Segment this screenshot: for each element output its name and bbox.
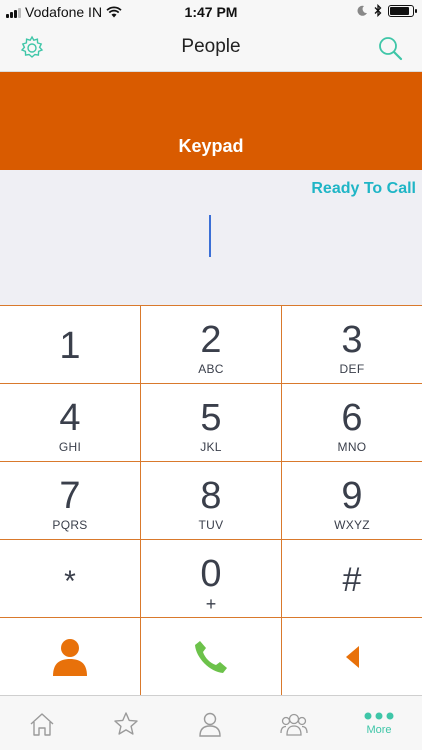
key-9[interactable]: 9 WXYZ: [282, 462, 422, 540]
star-icon: [114, 711, 138, 735]
key-digit: 1: [59, 325, 81, 367]
key-digit: #: [342, 561, 362, 599]
key-3[interactable]: 3 DEF: [282, 306, 422, 384]
battery-level: [390, 6, 409, 15]
group-icon: [280, 713, 308, 736]
dial-keypad: 1 2 ABC 3 DEF 4 GHI 5 JKL 6 MNO 7 PQRS 8…: [0, 305, 422, 696]
call-button[interactable]: [141, 618, 282, 696]
bluetooth-icon: [374, 4, 382, 17]
key-letters: JKL: [200, 440, 222, 454]
nav-bar: People: [0, 24, 422, 72]
search-icon: [379, 37, 403, 61]
key-letters: TUV: [198, 518, 224, 532]
key-letters: PQRS: [52, 518, 88, 532]
backspace-icon: [346, 646, 359, 668]
tab-groups[interactable]: [252, 696, 336, 750]
moon-icon: [357, 5, 367, 16]
backspace-button[interactable]: [282, 618, 422, 696]
key-letters: WXYZ: [334, 518, 370, 532]
key-digit: 5: [200, 397, 222, 439]
key-2[interactable]: 2 ABC: [141, 306, 282, 384]
key-digit: 4: [59, 397, 81, 439]
person-outline-icon: [199, 712, 221, 737]
key-1[interactable]: 1: [0, 306, 141, 384]
key-0[interactable]: 0 +: [141, 540, 282, 618]
key-hash[interactable]: #: [282, 540, 422, 618]
tab-more[interactable]: More: [336, 696, 422, 750]
key-digit: 8: [200, 475, 222, 517]
call-status: Ready To Call: [311, 180, 416, 197]
key-digit: 2: [200, 319, 222, 361]
key-6[interactable]: 6 MNO: [282, 384, 422, 462]
key-digit: 0: [200, 553, 222, 595]
home-icon: [30, 712, 54, 736]
tab-favorites[interactable]: [84, 696, 168, 750]
key-letters: ABC: [198, 362, 224, 376]
key-digit: 9: [341, 475, 363, 517]
contacts-button[interactable]: [0, 618, 141, 696]
tab-contacts[interactable]: [168, 696, 252, 750]
tab-bar: More: [0, 695, 422, 750]
key-digit: 7: [59, 475, 81, 517]
key-letters: GHI: [58, 440, 82, 454]
status-bar: Vodafone IN 1:47 PM: [0, 0, 422, 24]
phone-icon: [195, 641, 227, 673]
keypad-banner: Keypad: [0, 72, 422, 170]
battery-icon: [388, 4, 417, 17]
key-letters: MNO: [337, 440, 367, 454]
key-4[interactable]: 4 GHI: [0, 384, 141, 462]
page-title: People: [181, 36, 241, 57]
key-plus: +: [205, 594, 217, 614]
key-8[interactable]: 8 TUV: [141, 462, 282, 540]
number-display[interactable]: Ready To Call: [0, 170, 422, 305]
more-dots-icon: [364, 712, 394, 719]
key-5[interactable]: 5 JKL: [141, 384, 282, 462]
key-digit: 3: [341, 319, 363, 361]
person-icon: [53, 639, 87, 676]
text-cursor: [209, 215, 211, 257]
key-7[interactable]: 7 PQRS: [0, 462, 141, 540]
key-letters: DEF: [339, 362, 365, 376]
key-digit: *: [64, 565, 76, 598]
tab-more-label: More: [366, 723, 392, 736]
tab-home[interactable]: [0, 696, 84, 750]
keypad-banner-label: Keypad: [178, 136, 244, 156]
key-digit: 6: [341, 397, 363, 439]
search-button[interactable]: [374, 32, 406, 64]
key-star[interactable]: *: [0, 540, 141, 618]
status-right: [356, 4, 417, 17]
